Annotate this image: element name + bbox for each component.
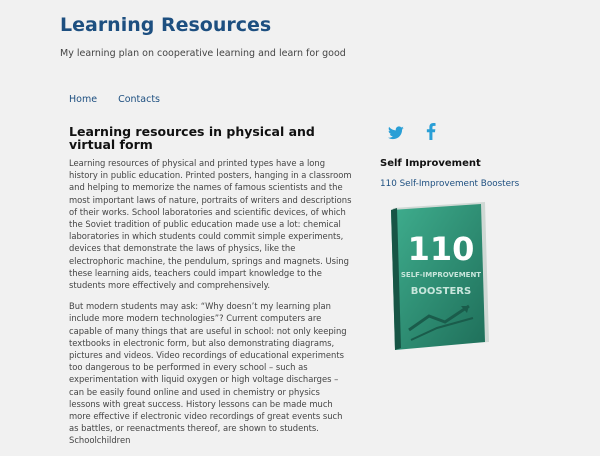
book-cover-image[interactable]: 110 SELF-IMPROVEMENT BOOSTERS [389,202,491,352]
main-content: Learning resources in physical and virtu… [69,125,352,456]
post-paragraph: But modern students may ask: “Why doesn’… [69,301,347,446]
site-tagline: My learning plan on cooperative learning… [60,48,346,59]
twitter-icon[interactable] [388,125,404,144]
main-nav: Home Contacts [69,94,178,105]
book-number: 110 [408,230,475,268]
site-title[interactable]: Learning Resources [60,14,271,36]
nav-item-home[interactable]: Home [69,94,97,105]
post: Learning resources in physical and virtu… [69,125,352,447]
sidebar: Self Improvement 110 Self-Improvement Bo… [380,122,540,350]
facebook-icon[interactable] [426,123,436,144]
social-links [380,122,540,152]
post-paragraph: Learning resources of physical and print… [69,158,352,291]
self-improvement-link[interactable]: 110 Self-Improvement Boosters [380,179,540,189]
nav-item-contacts[interactable]: Contacts [118,94,160,105]
book-subtitle: SELF-IMPROVEMENT [401,271,481,279]
book-boosters-label: BOOSTERS [411,286,471,297]
post-title: Learning resources in physical and virtu… [69,124,315,152]
widget-title: Self Improvement [380,158,481,169]
